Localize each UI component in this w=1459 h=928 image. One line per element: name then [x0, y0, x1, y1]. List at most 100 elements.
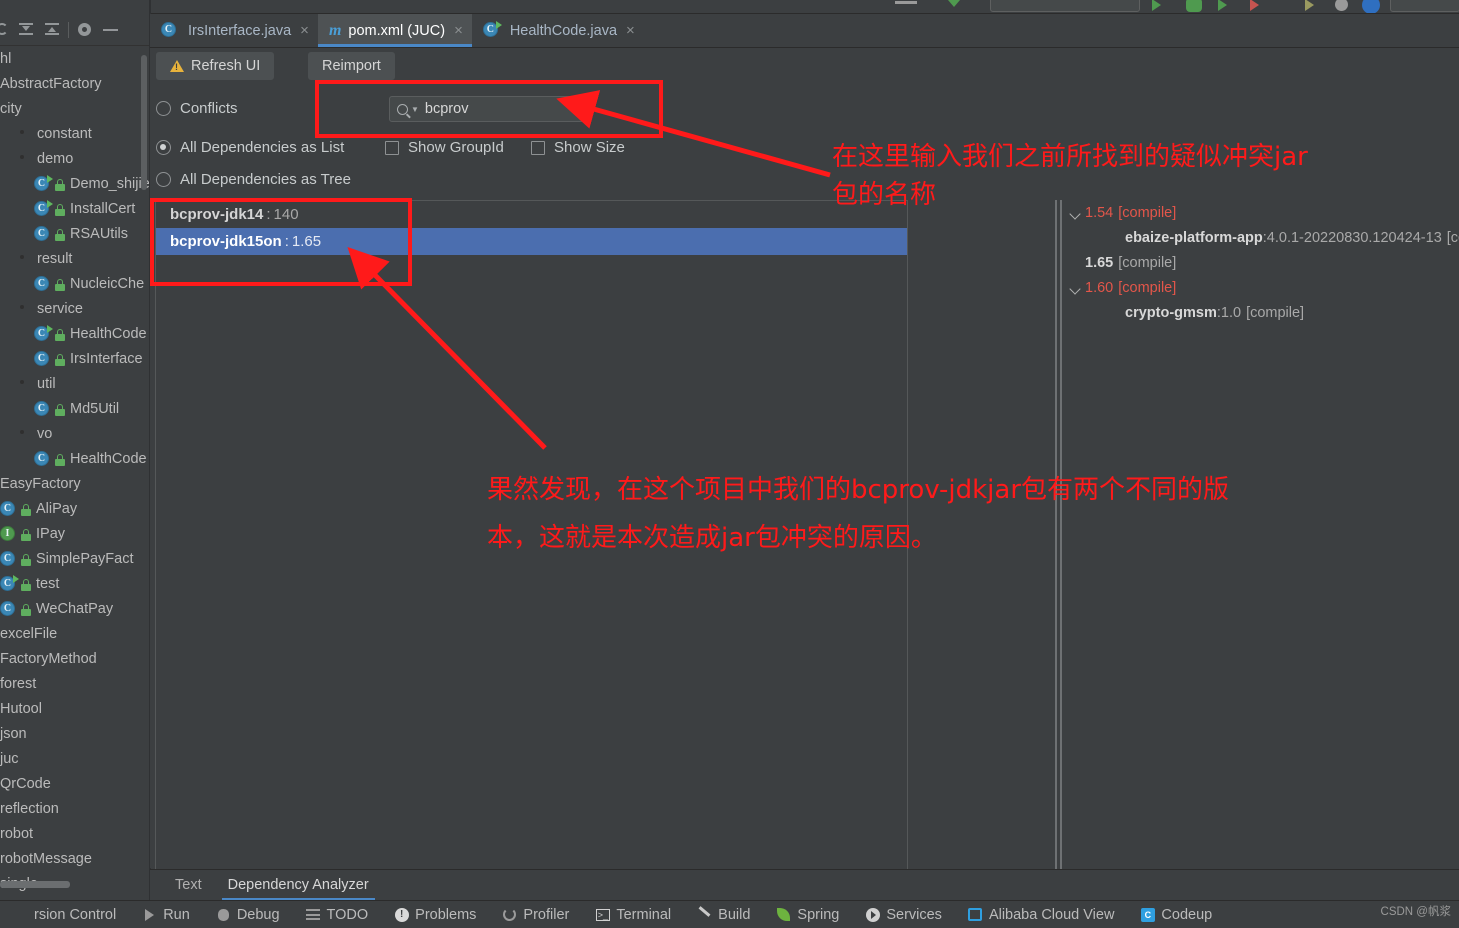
project-tree-item[interactable]: CWeChatPay	[0, 597, 150, 622]
reimport-button[interactable]: Reimport	[308, 52, 395, 80]
project-tree-item[interactable]: result	[0, 247, 150, 272]
project-tree-item[interactable]: EasyFactory	[0, 472, 150, 497]
dependency-tree-node[interactable]: 1.65[compile]	[1068, 250, 1459, 275]
public-lock-icon	[54, 454, 66, 466]
option-all-dependencies-list[interactable]: All Dependencies as List	[156, 139, 344, 156]
checkbox-show-size-box[interactable]	[531, 141, 545, 155]
dependency-tree-node[interactable]: crypto-gmsm : 1.0[compile]	[1068, 300, 1459, 325]
radio-all-deps-tree[interactable]	[156, 172, 171, 187]
project-tree-item[interactable]: CNucleicChe	[0, 272, 150, 297]
close-icon[interactable]: ×	[454, 22, 463, 39]
editor-bottom-tab[interactable]: Text	[175, 870, 202, 901]
option-all-dependencies-tree[interactable]: All Dependencies as Tree	[156, 171, 351, 188]
project-tree-item[interactable]: util	[0, 372, 150, 397]
project-tree-item[interactable]: CHealthCode	[0, 447, 150, 472]
status-bar-item[interactable]: !Problems	[381, 907, 489, 923]
project-tree-item[interactable]: IIPay	[0, 522, 150, 547]
status-bar-item[interactable]: >_Terminal	[582, 907, 684, 923]
project-tree-item[interactable]: CIrsInterface	[0, 347, 150, 372]
editor-tab[interactable]: CHealthCode.java×	[472, 14, 644, 47]
project-tree-item-label: test	[36, 572, 59, 597]
radio-conflicts[interactable]	[156, 101, 171, 116]
profile-button-icon[interactable]	[1305, 0, 1320, 11]
project-tree-item[interactable]: CAliPay	[0, 497, 150, 522]
project-tree-item[interactable]: excelFile	[0, 622, 150, 647]
status-bar-item[interactable]: Spring	[763, 907, 852, 923]
status-bar-item[interactable]: Services	[852, 907, 955, 923]
dependency-tree-node[interactable]: 1.60[compile]	[1068, 275, 1459, 300]
project-tree-item[interactable]: FactoryMethod	[0, 647, 150, 672]
locate-file-icon[interactable]	[0, 20, 10, 40]
project-tree-item[interactable]: Ctest	[0, 572, 150, 597]
run-button-icon[interactable]	[1152, 0, 1161, 11]
checkbox-show-groupid-box[interactable]	[385, 141, 399, 155]
status-bar-item[interactable]: TODO	[293, 907, 382, 923]
project-tree-item[interactable]: demo	[0, 147, 150, 172]
run-dropdown-icon[interactable]	[948, 0, 960, 7]
checkbox-show-size-label: Show Size	[554, 139, 625, 156]
project-tree-hscrollbar[interactable]	[0, 881, 70, 888]
project-tree[interactable]: hlAbstractFactorycityconstantdemoCDemo_s…	[0, 47, 150, 897]
project-tree-item[interactable]: juc	[0, 747, 150, 772]
editor-tab-label: pom.xml (JUC)	[348, 23, 445, 39]
status-bar-item[interactable]: Profiler	[489, 907, 582, 923]
status-bar-item[interactable]: Debug	[203, 907, 293, 923]
project-tree-item[interactable]: reflection	[0, 797, 150, 822]
account-avatar[interactable]	[1362, 0, 1380, 14]
project-tree-item[interactable]: CDemo_shijie	[0, 172, 150, 197]
settings-gear-icon[interactable]	[1335, 0, 1348, 11]
project-tree-scrollbar[interactable]	[141, 55, 147, 190]
radio-all-deps-list[interactable]	[156, 140, 171, 155]
project-tree-item[interactable]: CMd5Util	[0, 397, 150, 422]
dependency-tree-name: ebaize-platform-app	[1125, 230, 1263, 246]
project-tree-item[interactable]: CInstallCert	[0, 197, 150, 222]
close-icon[interactable]: ×	[626, 22, 635, 39]
project-tree-item[interactable]: forest	[0, 672, 150, 697]
status-bar: rsion ControlRunDebugTODO!ProblemsProfil…	[0, 900, 1459, 928]
status-bar-item[interactable]: CCodeup	[1127, 907, 1225, 923]
debug-button-icon[interactable]	[1186, 0, 1202, 12]
settings-gear-icon[interactable]	[75, 20, 95, 40]
status-bar-item[interactable]: Run	[129, 907, 203, 923]
project-tree-item[interactable]: CHealthCode	[0, 322, 150, 347]
collapse-all-icon[interactable]	[42, 20, 62, 40]
editor-tab[interactable]: CIrsInterface.java×	[150, 14, 318, 47]
status-bar-item[interactable]: Build	[684, 907, 763, 923]
run-coverage-icon[interactable]	[1218, 0, 1233, 11]
project-tree-item[interactable]: robot	[0, 822, 150, 847]
editor-bottom-tab[interactable]: Dependency Analyzer	[228, 870, 369, 901]
close-icon[interactable]: ×	[300, 22, 309, 39]
project-tree-item[interactable]: QrCode	[0, 772, 150, 797]
project-tree-item[interactable]: vo	[0, 422, 150, 447]
list-icon	[306, 907, 321, 922]
run-config-selector[interactable]	[990, 0, 1140, 12]
status-bar-item[interactable]: Alibaba Cloud View	[955, 907, 1127, 923]
status-bar-item[interactable]: rsion Control	[0, 907, 129, 923]
dependency-tree-node[interactable]: ebaize-platform-app : 4.0.1-20220830.120…	[1068, 225, 1459, 250]
project-tree-item[interactable]: city	[0, 97, 150, 122]
option-conflicts[interactable]: Conflicts	[156, 100, 238, 117]
refresh-ui-button[interactable]: Refresh UI	[156, 52, 274, 80]
hide-toolbar-icon[interactable]	[895, 1, 917, 4]
dependency-detail-tree[interactable]: 1.54[compile]ebaize-platform-app : 4.0.1…	[1068, 200, 1459, 325]
checkbox-show-groupid[interactable]: Show GroupId	[385, 139, 504, 156]
project-tree-item[interactable]: json	[0, 722, 150, 747]
expand-all-icon[interactable]	[16, 20, 36, 40]
project-tree-item[interactable]: robotMessage	[0, 847, 150, 872]
project-tree-item[interactable]: constant	[0, 122, 150, 147]
dependency-tree-version: 1.60	[1085, 280, 1113, 296]
project-tree-item[interactable]: Hutool	[0, 697, 150, 722]
project-tree-item[interactable]: hl	[0, 47, 150, 72]
search-everywhere-box[interactable]	[1390, 0, 1459, 12]
checkbox-show-size[interactable]: Show Size	[531, 139, 625, 156]
chevron-down-icon[interactable]	[1068, 281, 1082, 295]
project-tree-item[interactable]: CRSAUtils	[0, 222, 150, 247]
project-tree-item[interactable]: CSimplePayFact	[0, 547, 150, 572]
hide-panel-icon[interactable]	[101, 20, 121, 40]
stop-button-icon[interactable]	[1250, 0, 1265, 11]
project-tree-item[interactable]: service	[0, 297, 150, 322]
project-tree-item[interactable]: AbstractFactory	[0, 72, 150, 97]
status-bar-item-label: Spring	[797, 907, 839, 923]
class-runnable-icon: C	[34, 326, 51, 343]
editor-tab[interactable]: mpom.xml (JUC)×	[318, 14, 472, 47]
